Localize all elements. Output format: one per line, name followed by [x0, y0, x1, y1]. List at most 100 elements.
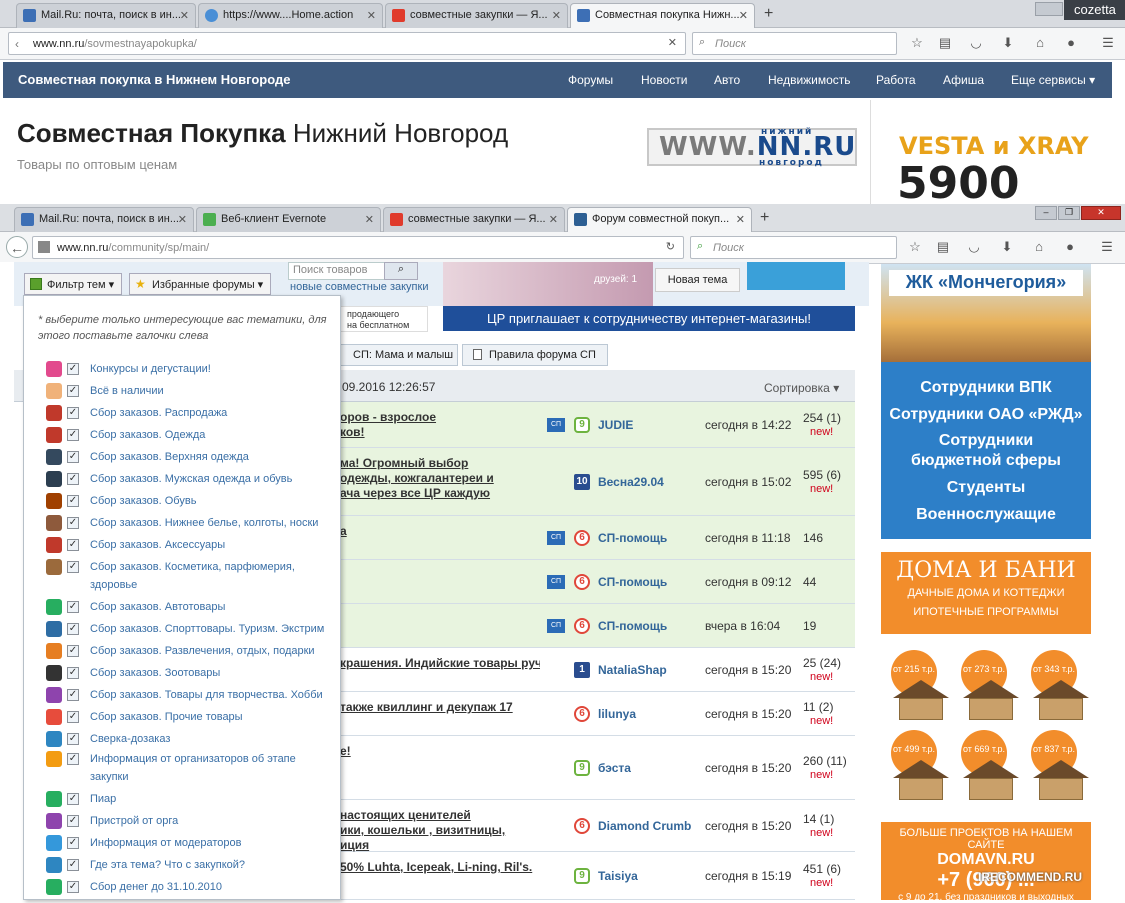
- car-ad-banner[interactable]: VESTA и XRAY 5900 РУБ МЕС: [870, 100, 1112, 204]
- menu-item-realty[interactable]: Недвижимость: [768, 73, 851, 87]
- menu-item-news[interactable]: Новости: [641, 73, 687, 87]
- home-icon[interactable]: ⌂: [1031, 34, 1049, 52]
- close-tab-icon[interactable]: ✕: [180, 9, 189, 22]
- filter-checkbox[interactable]: ✓: [67, 385, 79, 397]
- new-sp-link[interactable]: новые совместные закупки: [290, 281, 428, 293]
- filter-checkbox[interactable]: ✓: [67, 815, 79, 827]
- houses-grid[interactable]: от 215 т.р. от 273 т.р. от 343 т.р. от 499 …: [881, 640, 1091, 815]
- close-tab-icon[interactable]: ✕: [365, 213, 374, 226]
- filter-checkbox[interactable]: ✓: [67, 667, 79, 679]
- monchegoria-ad[interactable]: ЖК «Мончегория» Сотрудники ВПК Сотрудник…: [881, 264, 1091, 539]
- minimize-button[interactable]: [1035, 2, 1063, 16]
- close-window-button[interactable]: ✕: [1081, 206, 1121, 220]
- chat-icon[interactable]: ●: [1062, 34, 1080, 52]
- back-search-field[interactable]: ⌕ Поиск: [692, 32, 897, 55]
- filter-checkbox[interactable]: ✓: [67, 451, 79, 463]
- back-url-field[interactable]: ‹ www.nn.ru/sovmestnayapokupka/ ✕: [8, 32, 686, 55]
- back-tab-3[interactable]: совместные закупки — Я... ✕: [385, 3, 568, 28]
- cr-banner[interactable]: ЦР приглашает к сотрудничеству интернет-…: [443, 306, 855, 331]
- topic-title[interactable]: e!: [340, 744, 540, 759]
- reading-list-icon[interactable]: ▤: [934, 238, 952, 256]
- topic-row[interactable]: e! 9 бэста сегодня в 15:20 260 (11) new!: [340, 736, 855, 800]
- filter-checkbox[interactable]: ✓: [67, 473, 79, 485]
- filter-item-label[interactable]: Пристрой от орга: [90, 812, 330, 830]
- front-search-field[interactable]: ⌕ Поиск: [690, 236, 897, 259]
- sort-dropdown[interactable]: Сортировка ▾: [764, 381, 839, 395]
- filter-checkbox[interactable]: ✓: [67, 363, 79, 375]
- filter-checkbox[interactable]: ✓: [67, 623, 79, 635]
- filter-item-label[interactable]: Пиар: [90, 790, 330, 808]
- topic-row[interactable]: ма! Огромный выбор одежды, кожгалантереи …: [340, 448, 855, 516]
- filter-checkbox[interactable]: ✓: [67, 429, 79, 441]
- filter-item-label[interactable]: Информация от модераторов: [90, 834, 330, 852]
- topic-author-link[interactable]: JUDIE: [598, 418, 633, 432]
- filter-item-label[interactable]: Информация от организаторов об этапе зак…: [90, 750, 330, 786]
- filter-checkbox[interactable]: ✓: [67, 837, 79, 849]
- filter-item-label[interactable]: Сбор заказов. Прочие товары: [90, 708, 330, 726]
- topic-row[interactable]: настоящих ценителей ики, кошельки , визит…: [340, 800, 855, 852]
- menu-item-more[interactable]: Еще сервисы ▾: [1011, 73, 1095, 87]
- filter-checkbox[interactable]: ✓: [67, 517, 79, 529]
- topic-row[interactable]: СП 6 СП-помощь вчера в 16:04 19: [340, 604, 855, 648]
- pocket-icon[interactable]: ◡: [967, 34, 985, 52]
- filter-checkbox[interactable]: ✓: [67, 407, 79, 419]
- new-topic-button[interactable]: Новая тема: [655, 268, 740, 292]
- topic-author-link[interactable]: lilunya: [598, 707, 636, 721]
- filter-item-label[interactable]: Сбор заказов. Аксессуары: [90, 536, 330, 554]
- close-tab-icon[interactable]: ✕: [739, 9, 748, 22]
- topic-title[interactable]: оров - взрослое ков!: [340, 410, 540, 440]
- topic-title[interactable]: а: [340, 524, 540, 539]
- topic-title[interactable]: настоящих ценителей ики, кошельки , визит…: [340, 808, 540, 853]
- filter-item-label[interactable]: Сбор заказов. Зоотовары: [90, 664, 330, 682]
- filter-checkbox[interactable]: ✓: [67, 711, 79, 723]
- topic-row[interactable]: крашения. Индийские товары ручной 1 Natali…: [340, 648, 855, 692]
- topic-author-link[interactable]: СП-помощь: [598, 575, 667, 589]
- houses-ad-header[interactable]: ДОМА И БАНИ ДАЧНЫЕ ДОМА И КОТТЕДЖИ ИПОТЕ…: [881, 552, 1091, 634]
- product-search-button[interactable]: ⌕: [384, 262, 418, 280]
- new-badge[interactable]: new!: [810, 483, 833, 495]
- filter-item-label[interactable]: Сбор заказов. Одежда: [90, 426, 330, 444]
- topic-row[interactable]: также квиллинг и декупаж 17 6 lilunya сегод…: [340, 692, 855, 736]
- menu-item-jobs[interactable]: Работа: [876, 73, 916, 87]
- domavn-ad[interactable]: БОЛЬШЕ ПРОЕКТОВ НА НАШЕМ САЙТЕ DOMAVN.RU…: [881, 822, 1091, 903]
- tab-mama-baby[interactable]: СП: Мама и малыш: [340, 344, 458, 366]
- menu-item-afisha[interactable]: Афиша: [943, 73, 984, 87]
- close-tab-icon[interactable]: ✕: [549, 213, 558, 226]
- filter-item-label[interactable]: Сбор денег до 31.10.2010: [90, 878, 330, 896]
- bookmark-star-icon[interactable]: ☆: [908, 34, 926, 52]
- chat-icon[interactable]: ●: [1061, 238, 1079, 256]
- topic-row[interactable]: СП 6 СП-помощь сегодня в 09:12 44: [340, 560, 855, 604]
- topic-row[interactable]: оров - взрослое ков! СП 9 JUDIE сегодня в 14:…: [340, 402, 855, 448]
- topic-title[interactable]: 50% Luhta, Icepeak, Li-ning, Ril's.: [340, 860, 540, 875]
- filter-checkbox[interactable]: ✓: [67, 733, 79, 745]
- bookmark-star-icon[interactable]: ☆: [906, 238, 924, 256]
- filter-checkbox[interactable]: ✓: [67, 881, 79, 893]
- filter-checkbox[interactable]: ✓: [67, 859, 79, 871]
- pocket-icon[interactable]: ◡: [965, 238, 983, 256]
- filter-item-label[interactable]: Конкурсы и дегустации!: [90, 360, 330, 378]
- clear-url-icon[interactable]: ✕: [668, 36, 677, 49]
- menu-item-forums[interactable]: Форумы: [568, 73, 613, 87]
- filter-checkbox[interactable]: ✓: [67, 753, 79, 765]
- topic-author-link[interactable]: Весна29.04: [598, 475, 664, 489]
- filter-item-label[interactable]: Всё в наличии: [90, 382, 330, 400]
- front-tab-1[interactable]: Mail.Ru: почта, поиск в ин... ✕: [14, 207, 194, 232]
- page-info-icon[interactable]: [38, 241, 50, 253]
- topic-title[interactable]: также квиллинг и декупаж 17: [340, 700, 540, 715]
- filter-item-label[interactable]: Сверка-дозаказ: [90, 730, 330, 748]
- close-tab-icon[interactable]: ✕: [552, 9, 561, 22]
- topic-title[interactable]: крашения. Индийские товары ручной: [340, 656, 540, 671]
- filter-item-label[interactable]: Сбор заказов. Развлечения, отдых, подарк…: [90, 642, 330, 660]
- filter-item-label[interactable]: Сбор заказов. Распродажа: [90, 404, 330, 422]
- close-tab-icon[interactable]: ✕: [367, 9, 376, 22]
- download-icon[interactable]: ⬇: [999, 34, 1017, 52]
- filter-checkbox[interactable]: ✓: [67, 689, 79, 701]
- favorite-forums-button[interactable]: ★ Избранные форумы ▾: [129, 273, 271, 295]
- filter-checkbox[interactable]: ✓: [67, 601, 79, 613]
- filter-item-label[interactable]: Где эта тема? Что с закупкой?: [90, 856, 330, 874]
- maximize-button[interactable]: ❐: [1058, 206, 1080, 220]
- close-tab-icon[interactable]: ✕: [178, 213, 187, 226]
- reading-list-icon[interactable]: ▤: [936, 34, 954, 52]
- filter-item-label[interactable]: Сбор заказов. Спорттовары. Туризм. Экстр…: [90, 620, 330, 638]
- menu-icon[interactable]: ☰: [1098, 238, 1116, 256]
